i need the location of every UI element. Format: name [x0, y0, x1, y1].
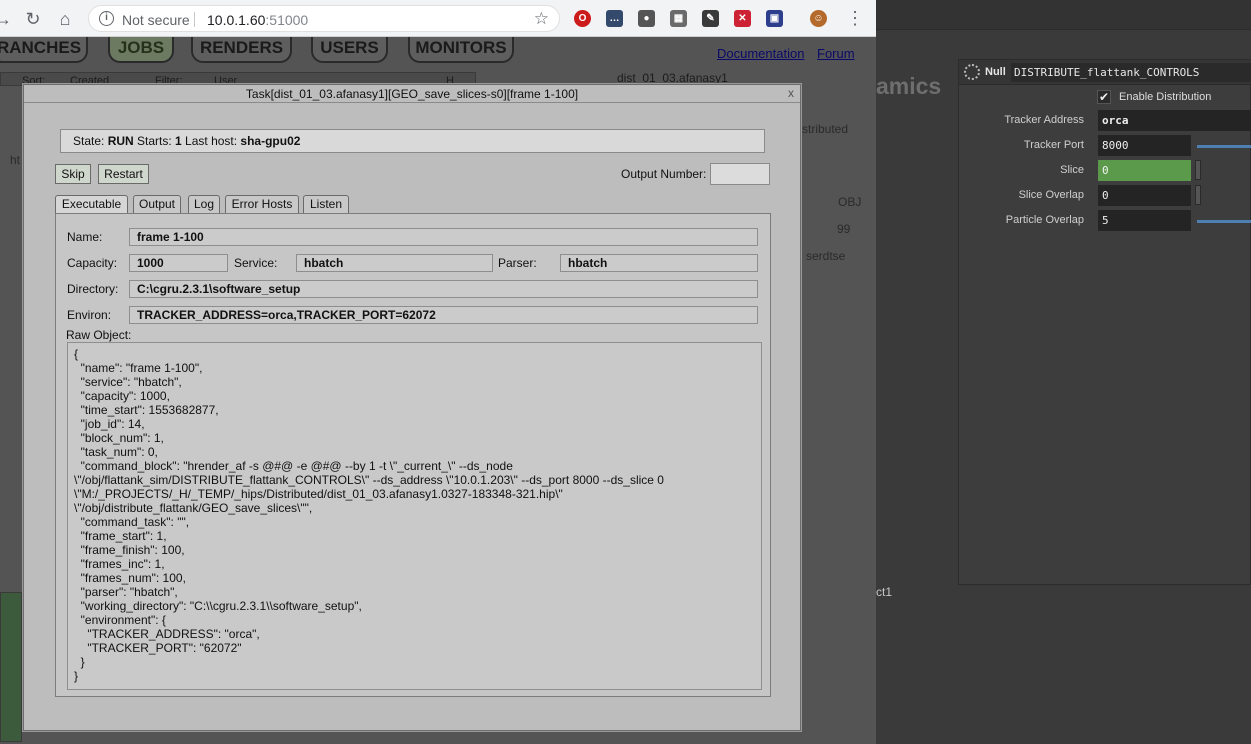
particle-overlap-field[interactable]: 5: [1098, 210, 1191, 231]
tab-error-hosts[interactable]: Error Hosts: [225, 195, 299, 213]
parser-field: hbatch: [560, 254, 758, 272]
dialog-title: Task[dist_01_03.afanasy1][GEO_save_slice…: [24, 85, 800, 103]
environ-label: Environ:: [67, 308, 112, 322]
url-text[interactable]: 10.0.1.60:51000: [207, 12, 308, 28]
executable-panel: Name: frame 1-100 Capacity: 1000 Service…: [55, 213, 771, 697]
state-bar: State: RUN Starts: 1 Last host: sha-gpu0…: [60, 129, 765, 153]
state-label: State:: [73, 134, 108, 148]
slice-slider-handle[interactable]: [1195, 160, 1201, 180]
bg-distributed: stributed: [802, 122, 849, 136]
name-label: Name:: [67, 230, 103, 244]
nav-tab-jobs[interactable]: JOBS: [108, 37, 174, 63]
output-number-label: Output Number:: [621, 167, 707, 181]
forward-icon[interactable]: →: [0, 8, 14, 30]
pen-icon[interactable]: ✎: [702, 10, 719, 27]
address-bar[interactable]: i Not secure 10.0.1.60:51000 ☆: [88, 5, 560, 32]
enable-distribution-checkbox[interactable]: ✔: [1097, 90, 1111, 104]
starts-label: Starts:: [133, 134, 176, 148]
raw-object-label: Raw Object:: [66, 328, 132, 342]
forum-link[interactable]: Forum: [817, 46, 855, 61]
divider: [194, 12, 195, 27]
houdini-top-bar: [876, 0, 1251, 30]
raw-object-text[interactable]: { "name": "frame 1-100", "service": "hba…: [67, 342, 762, 690]
slice-field[interactable]: 0: [1098, 160, 1191, 181]
browser-toolbar: → ↻ ⌂ i Not secure 10.0.1.60:51000 ☆ O ……: [0, 0, 876, 37]
service-field: hbatch: [296, 254, 493, 272]
bg-obj: OBJ: [838, 195, 862, 209]
url-port: :51000: [265, 12, 309, 28]
output-number-input[interactable]: [710, 163, 770, 185]
particle-overlap-label: Particle Overlap: [1005, 214, 1084, 226]
parser-label: Parser:: [498, 256, 537, 270]
menu-icon[interactable]: ⋮: [846, 8, 864, 28]
security-label: Not secure: [122, 12, 190, 28]
task-dialog: Task[dist_01_03.afanasy1][GEO_save_slice…: [23, 84, 801, 731]
name-field: frame 1-100: [129, 228, 758, 246]
close-button[interactable]: x: [788, 85, 794, 102]
slice-overlap-label: Slice Overlap: [1018, 189, 1084, 201]
slice-label: Slice: [1060, 164, 1084, 176]
bg-99: 99: [837, 222, 851, 236]
environ-field: TRACKER_ADDRESS=orca,TRACKER_PORT=62072: [129, 306, 758, 324]
bg-serdtse: serdtse: [806, 249, 846, 263]
job-title-bg: dist_01_03.afanasy1: [617, 71, 728, 85]
tracker-address-field[interactable]: orca: [1098, 110, 1251, 131]
tab-executable[interactable]: Executable: [55, 195, 128, 215]
tracker-address-label: Tracker Address: [1004, 114, 1084, 126]
balls-icon[interactable]: ●: [638, 10, 655, 27]
skip-button[interactable]: Skip: [55, 164, 91, 184]
parameter-header: Null DISTRIBUTE_flattank_CONTROLS: [959, 60, 1251, 85]
directory-label: Directory:: [67, 282, 119, 296]
nav-tab-monitors[interactable]: MONITORS: [408, 37, 514, 63]
nav-tab-branches[interactable]: RANCHES: [0, 37, 88, 63]
avatar-icon[interactable]: ☺: [810, 10, 827, 27]
node-name-field[interactable]: DISTRIBUTE_flattank_CONTROLS: [1011, 63, 1251, 82]
capacity-field: 1000: [129, 254, 228, 272]
slice-overlap-slider-handle[interactable]: [1195, 185, 1201, 205]
node-type-label: Null: [985, 66, 1006, 78]
houdini-bg-text: amics: [876, 73, 942, 99]
dice-icon[interactable]: ▦: [670, 10, 687, 27]
documentation-link[interactable]: Documentation: [717, 46, 804, 61]
terminal-icon[interactable]: …: [606, 10, 623, 27]
host-label: Last host:: [181, 134, 241, 148]
home-icon[interactable]: ⌂: [54, 8, 76, 30]
starts-value: 1: [175, 134, 182, 148]
service-label: Service:: [234, 256, 278, 270]
host-value: sha-gpu02: [240, 134, 301, 148]
reload-icon[interactable]: ↻: [22, 8, 44, 30]
gear-icon[interactable]: [964, 64, 980, 80]
nav-tab-renders[interactable]: RENDERS: [191, 37, 292, 63]
crop-icon[interactable]: ✕: [734, 10, 751, 27]
browser-window: → ↻ ⌂ i Not secure 10.0.1.60:51000 ☆ O ……: [0, 0, 876, 744]
enable-distribution-label: Enable Distribution: [1119, 91, 1212, 103]
tab-output[interactable]: Output: [133, 195, 181, 213]
tracker-port-label: Tracker Port: [1023, 139, 1084, 151]
bookmark-star-icon[interactable]: ☆: [534, 9, 549, 29]
tracker-port-slider[interactable]: [1197, 145, 1251, 148]
bg-ht: ht: [10, 153, 21, 167]
particle-overlap-slider[interactable]: [1197, 220, 1251, 223]
directory-field: C:\cgru.2.3.1\software_setup: [129, 280, 758, 298]
houdini-window: amics Null DISTRIBUTE_flattank_CONTROLS …: [876, 0, 1251, 744]
nav-tab-users[interactable]: USERS: [311, 37, 388, 63]
info-icon[interactable]: i: [99, 11, 114, 26]
state-value: RUN: [107, 134, 134, 148]
parameter-panel: Null DISTRIBUTE_flattank_CONTROLS ✔ Enab…: [958, 59, 1251, 585]
opera-icon[interactable]: O: [574, 10, 591, 27]
tracker-port-field[interactable]: 8000: [1098, 135, 1191, 156]
capacity-label: Capacity:: [67, 256, 118, 270]
job-row-strip: [0, 592, 22, 742]
url-host: 10.0.1.60: [207, 12, 266, 28]
tab-listen[interactable]: Listen: [303, 195, 349, 213]
restart-button[interactable]: Restart: [98, 164, 149, 184]
tab-log[interactable]: Log: [188, 195, 220, 213]
slice-overlap-field[interactable]: 0: [1098, 185, 1191, 206]
frame-icon[interactable]: ▣: [766, 10, 783, 27]
houdini-bottom-text: ct1: [876, 585, 893, 599]
